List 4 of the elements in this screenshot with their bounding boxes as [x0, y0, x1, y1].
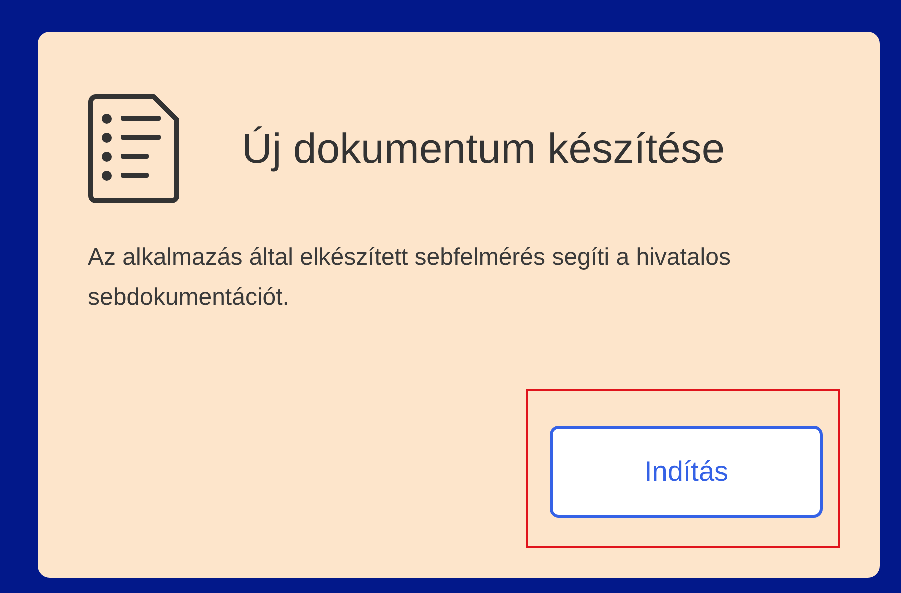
document-list-icon: [88, 94, 180, 204]
card-description: Az alkalmazás által elkészített sebfelmérés segíti a hivatalos sebdokumentációt.: [88, 243, 732, 313]
start-button[interactable]: Indítás: [550, 426, 823, 518]
card-title: Új dokumentum készítése: [242, 124, 726, 174]
